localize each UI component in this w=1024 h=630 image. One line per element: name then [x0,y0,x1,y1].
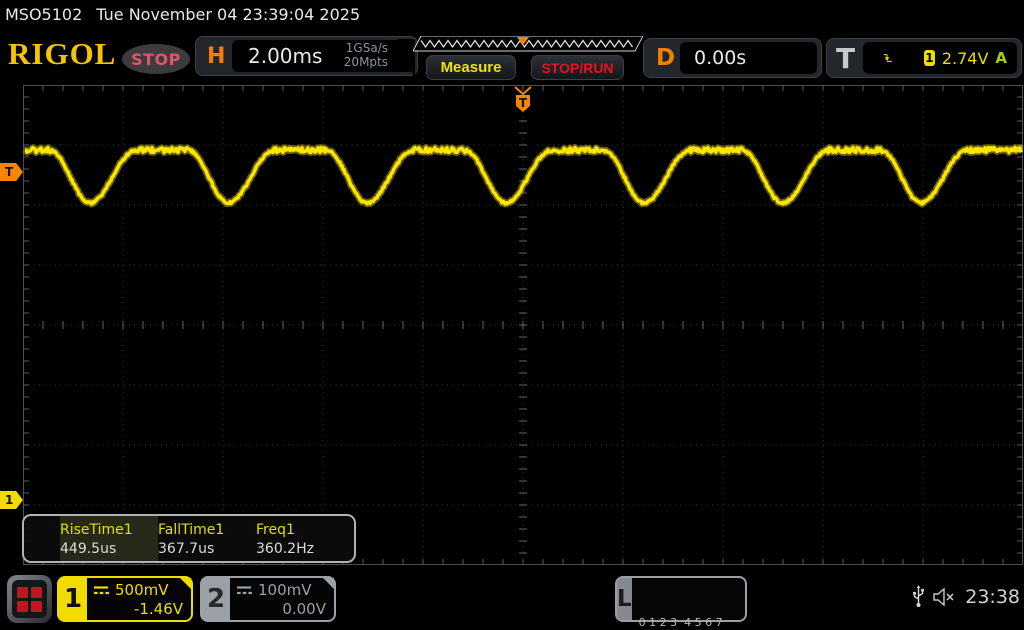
timebase-value: 2.00ms [248,44,323,68]
delay-value: 0.00s [694,47,747,69]
corner-fold [323,578,334,589]
waveform-display: T [22,85,1024,565]
status-bar: MSO5102 Tue November 04 23:39:04 2025 [5,5,360,24]
logic-row-0-7: 0 1 2 3 4 5 6 7 [638,615,723,629]
logic-label: L [617,578,632,620]
measurement-results-box: RiseTime1 449.5us FallTime1 367.7us Freq… [22,514,356,563]
system-tray: 23:38 [912,584,1020,609]
trigger-panel[interactable]: T 1 2.74V A [826,38,1022,78]
channel-2-scale: 100mV [258,581,312,599]
stop-run-button[interactable]: STOP/RUN [531,55,624,80]
horizontal-label: H [207,43,226,69]
horizontal-timebase-panel[interactable]: H 2.00ms 1GSa/s 20Mpts [195,36,418,79]
model-name: MSO5102 [5,5,83,24]
usb-icon[interactable] [912,584,925,609]
logic-channels-status[interactable]: L 0 1 2 3 4 5 6 7 8 9 10 11 12 13 14 15 [615,576,747,629]
channel-2-status[interactable]: 2 100mV 0.00V [200,576,336,622]
measurement-falltime[interactable]: FallTime1 367.7us [158,516,256,561]
oscilloscope-screen: MSO5102 Tue November 04 23:39:04 2025 RIG… [0,0,1024,630]
trigger-source-badge: 1 [924,50,935,66]
trigger-mode: A [995,49,1007,67]
falling-edge-icon [883,54,892,62]
memory-depth: 20Mpts [343,55,388,69]
rigol-logo: RIGOL [8,36,117,71]
svg-text:T: T [519,96,528,110]
speaker-muted-icon[interactable] [933,587,957,607]
channel-1-scale: 500mV [115,581,169,599]
dc-coupling-icon [237,585,252,594]
channel-1-offset: -1.46V [133,600,183,618]
measure-button[interactable]: Measure [426,55,516,80]
menu-grid-button[interactable] [7,575,52,623]
channel-1-number: 1 [59,578,87,620]
clock-text: 23:38 [965,585,1020,608]
measurement-freq[interactable]: Freq1 360.2Hz [256,516,354,561]
channel-1-status[interactable]: 1 500mV -1.46V [57,576,193,622]
corner-fold [180,578,191,589]
sample-rate: 1GSa/s [345,41,388,56]
trigger-level-marker[interactable]: T [0,163,23,181]
trigger-label: T [836,41,856,75]
trigger-level-value: 2.74V [941,48,989,68]
ch1-ground-marker[interactable]: 1 [0,491,23,509]
channel-2-number: 2 [202,578,230,620]
measurement-risetime[interactable]: RiseTime1 449.5us [60,516,158,561]
channel-2-offset: 0.00V [282,600,326,618]
menu-grid-icon [12,580,47,618]
dc-coupling-icon [94,585,109,594]
graticule-svg: T [22,85,1024,565]
delay-label: D [656,45,676,71]
datetime-text: Tue November 04 23:39:04 2025 [96,5,361,24]
acquisition-status-badge: STOP [122,44,190,74]
memory-preview-strip[interactable] [413,36,643,52]
delay-panel[interactable]: D 0.00s [643,38,822,78]
